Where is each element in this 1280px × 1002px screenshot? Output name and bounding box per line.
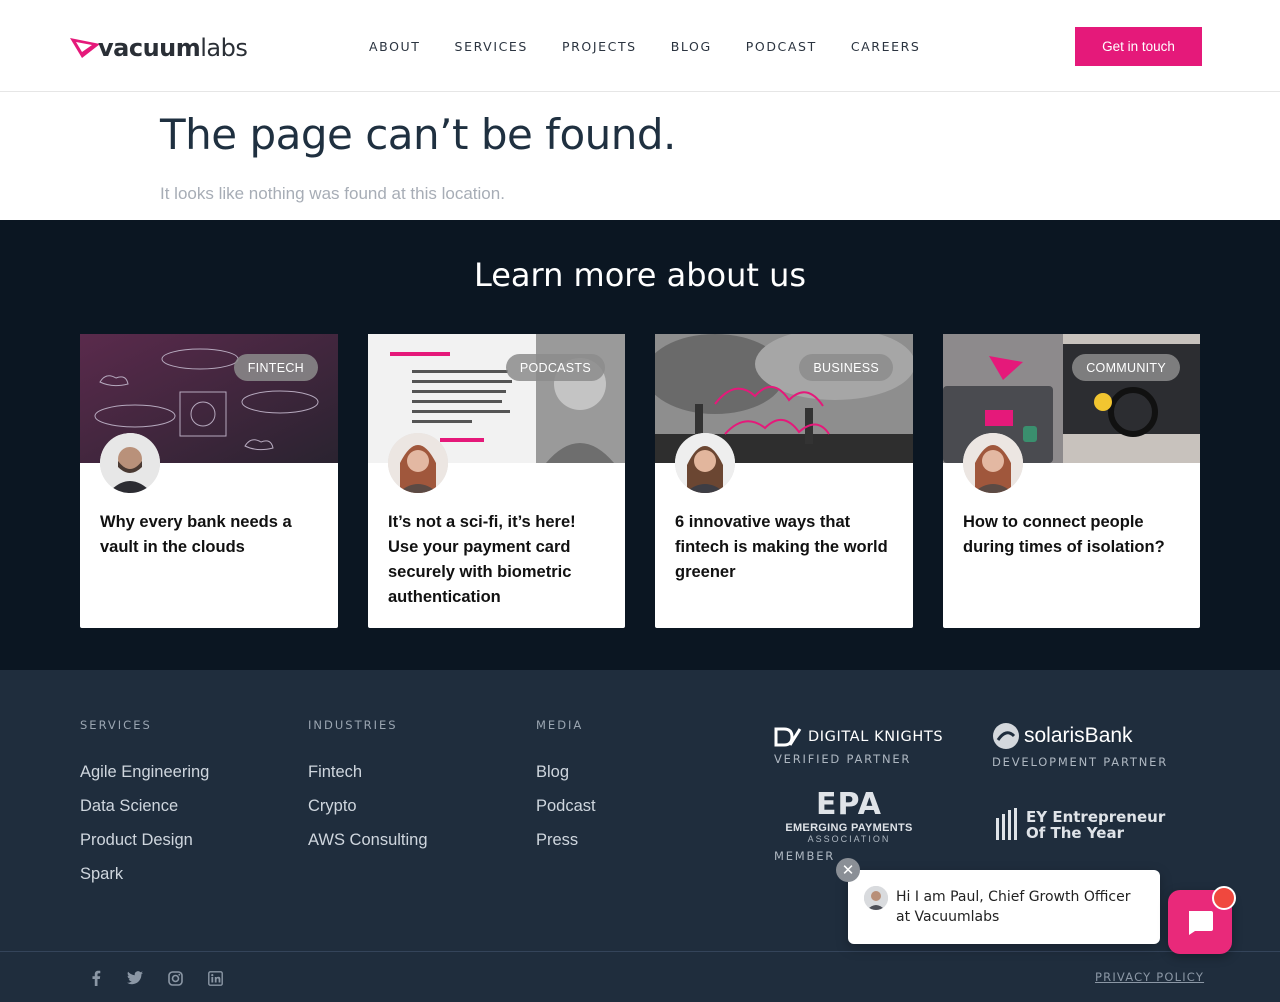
facebook-icon[interactable] <box>88 970 104 986</box>
article-card-greener[interactable]: BUSINESS 6 innovative ways that fintech … <box>655 334 913 628</box>
nav-services[interactable]: SERVICES <box>455 39 528 54</box>
notification-badge <box>1212 886 1236 910</box>
category-tag[interactable]: COMMUNITY <box>1072 354 1180 381</box>
ey-line1: EY Entrepreneur <box>1026 808 1166 826</box>
footer-services-column: SERVICES Agile Engineering Data Science … <box>80 718 209 899</box>
nav-about[interactable]: ABOUT <box>369 39 421 54</box>
category-tag[interactable]: PODCASTS <box>505 354 605 381</box>
ey-entrepreneur-award[interactable]: EY Entrepreneur Of The Year <box>994 808 1165 842</box>
card-title[interactable]: 6 innovative ways that fintech is making… <box>675 510 897 585</box>
digital-knights-partner[interactable]: DIGITAL KNIGHTS VERIFIED PARTNER <box>774 727 943 766</box>
category-tag[interactable]: FINTECH <box>233 354 318 381</box>
ey-logo-icon <box>996 808 1017 840</box>
site-footer: SERVICES Agile Engineering Data Science … <box>0 670 1280 1002</box>
article-card-isolation[interactable]: COMMUNITY How to connect people during t… <box>943 334 1200 628</box>
category-tag[interactable]: BUSINESS <box>799 354 893 381</box>
section-title: Learn more about us <box>473 256 807 294</box>
logo-mark-icon <box>70 38 100 58</box>
vacuumlabs-logo[interactable]: vacuumlabs <box>70 33 248 63</box>
footer-link-data-science[interactable]: Data Science <box>80 797 209 816</box>
card-title[interactable]: Why every bank needs a vault in the clou… <box>100 510 322 560</box>
nav-careers[interactable]: CAREERS <box>851 39 921 54</box>
digital-knights-logo-icon <box>774 727 802 747</box>
chat-agent-avatar <box>864 886 888 910</box>
logo-wordmark: vacuumlabs <box>98 34 248 62</box>
partner-name: DIGITAL KNIGHTS <box>808 729 944 745</box>
chat-greeting-bubble[interactable]: Hi I am Paul, Chief Growth Officer at Va… <box>848 870 1160 944</box>
footer-link-agile-engineering[interactable]: Agile Engineering <box>80 763 209 782</box>
privacy-policy-link[interactable]: PRIVACY POLICY <box>1095 970 1204 984</box>
card-title[interactable]: It’s not a sci-fi, it’s here! Use your p… <box>388 510 610 610</box>
footer-media-column: MEDIA Blog Podcast Press <box>536 718 596 865</box>
solarisbank-partner[interactable]: solarisBank DEVELOPMENT PARTNER <box>992 722 1168 769</box>
ey-line2: Of The Year <box>1026 824 1124 842</box>
learn-more-section: Learn more about us FINTECH Why every ba… <box>0 220 1280 670</box>
epa-member[interactable]: EPA EMERGING PAYMENTS ASSOCIATION MEMBER <box>774 787 934 864</box>
footer-link-blog[interactable]: Blog <box>536 763 596 782</box>
page-subtitle: It looks like nothing was found at this … <box>160 184 505 203</box>
footer-industries-column: INDUSTRIES Fintech Crypto AWS Consulting <box>308 718 428 865</box>
card-title[interactable]: How to connect people during times of is… <box>963 510 1185 560</box>
footer-link-product-design[interactable]: Product Design <box>80 831 209 850</box>
nav-podcast[interactable]: PODCAST <box>746 39 817 54</box>
footer-link-podcast[interactable]: Podcast <box>536 797 596 816</box>
footer-link-spark[interactable]: Spark <box>80 865 209 884</box>
page-title: The page can’t be found. <box>160 110 676 159</box>
footer-link-crypto[interactable]: Crypto <box>308 797 428 816</box>
close-chat-icon[interactable]: ✕ <box>836 858 860 882</box>
footer-link-press[interactable]: Press <box>536 831 596 850</box>
solarisbank-logo-icon <box>993 723 1019 749</box>
twitter-icon[interactable] <box>127 970 143 986</box>
partner-role: DEVELOPMENT PARTNER <box>992 755 1169 769</box>
get-in-touch-button[interactable]: Get in touch <box>1075 27 1202 66</box>
footer-divider <box>0 951 1280 952</box>
partner-role: VERIFIED PARTNER <box>774 752 912 766</box>
nav-blog[interactable]: BLOG <box>671 39 712 54</box>
footer-heading: MEDIA <box>536 718 584 732</box>
footer-link-fintech[interactable]: Fintech <box>308 763 428 782</box>
chat-icon <box>1189 911 1213 935</box>
epa-line: EMERGING PAYMENTS <box>785 822 913 834</box>
chat-message: Hi I am Paul, Chief Growth Officer at Va… <box>896 889 1131 925</box>
author-avatar <box>675 433 735 493</box>
main-nav: ABOUT SERVICES PROJECTS BLOG PODCAST CAR… <box>369 39 954 54</box>
nav-projects[interactable]: PROJECTS <box>562 39 637 54</box>
footer-link-aws-consulting[interactable]: AWS Consulting <box>308 831 428 850</box>
site-header: vacuumlabs ABOUT SERVICES PROJECTS BLOG … <box>0 0 1280 92</box>
author-avatar <box>100 433 160 493</box>
partner-name: solarisBank <box>1024 724 1133 747</box>
author-avatar <box>388 433 448 493</box>
footer-heading: INDUSTRIES <box>308 718 398 732</box>
author-avatar <box>963 433 1023 493</box>
epa-logo: EPA <box>816 787 882 822</box>
article-card-biometric[interactable]: PODCASTS It’s not a sci-fi, it’s here! U… <box>368 334 625 628</box>
footer-heading: SERVICES <box>80 718 152 732</box>
instagram-icon[interactable] <box>167 970 183 986</box>
epa-line2: ASSOCIATION <box>807 834 891 844</box>
article-card-vault[interactable]: FINTECH Why every bank needs a vault in … <box>80 334 338 628</box>
linkedin-icon[interactable] <box>207 970 223 986</box>
